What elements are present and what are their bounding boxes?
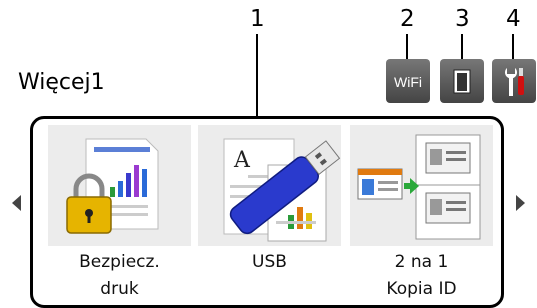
- secure-print-tile[interactable]: [48, 125, 191, 246]
- scroll-left-arrow-icon[interactable]: [10, 193, 24, 213]
- usb-tile[interactable]: A: [198, 125, 341, 246]
- callout-4: 4: [506, 6, 521, 32]
- settings-button[interactable]: [492, 59, 536, 103]
- secure-print-label-2: druk: [100, 279, 139, 299]
- toner-status-button[interactable]: [440, 59, 484, 103]
- callout-line-1: [256, 34, 258, 118]
- screen-title: Więcej1: [18, 70, 105, 95]
- scroll-right-arrow-icon[interactable]: [513, 193, 527, 213]
- id-copy-label: 2 na 1: [394, 252, 449, 272]
- usb-label: USB: [252, 252, 287, 272]
- svg-text:WiFi: WiFi: [394, 74, 422, 90]
- callout-3: 3: [455, 6, 470, 32]
- callout-2: 2: [400, 6, 415, 32]
- callout-line-3: [461, 34, 463, 59]
- id-copy-tile[interactable]: [350, 125, 493, 246]
- toner-icon: [453, 69, 471, 94]
- wrench-screwdriver-icon: [505, 68, 524, 96]
- svg-text:A: A: [233, 148, 251, 173]
- usb-drive-icon: A: [223, 138, 341, 242]
- secure-print-icon: [66, 138, 159, 234]
- wifi-status-button[interactable]: WiFi: [386, 59, 430, 103]
- secure-print-label: Bezpiecz.: [79, 252, 160, 272]
- wifi-icon: WiFi: [394, 74, 422, 90]
- id-card-copy-icon: [357, 134, 481, 240]
- id-copy-label-2: Kopia ID: [386, 279, 457, 299]
- callout-line-2: [406, 34, 408, 59]
- callout-line-4: [512, 34, 514, 59]
- callout-1: 1: [250, 6, 265, 32]
